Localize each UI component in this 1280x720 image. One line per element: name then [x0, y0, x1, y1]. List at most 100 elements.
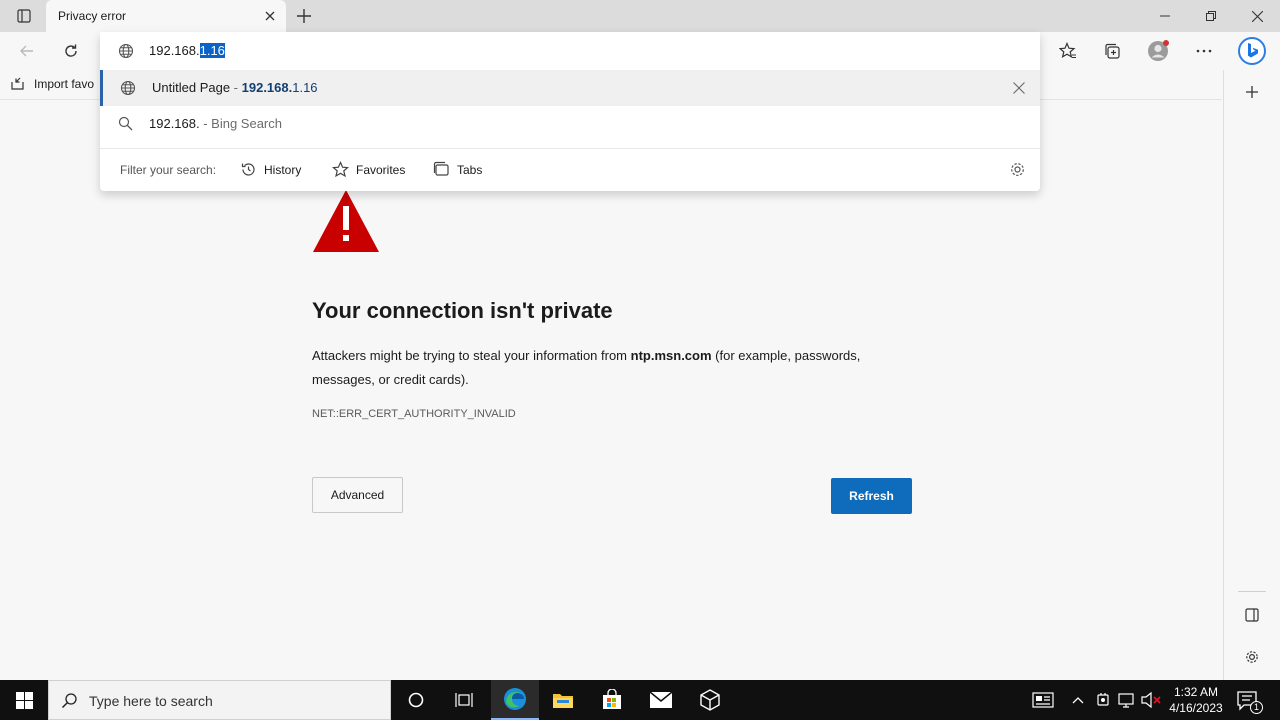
- filter-tabs-label: Tabs: [457, 162, 483, 177]
- advanced-button[interactable]: Advanced: [312, 477, 403, 513]
- address-autocomplete-selection: 1.16: [199, 43, 225, 58]
- bing-chat-button[interactable]: [1236, 35, 1268, 67]
- address-typed-text: 192.168.: [149, 43, 200, 58]
- address-bar-dropdown: 192.168.1.16 Untitled Page - 192.168.1.1…: [100, 32, 1040, 191]
- suggestion-search-suffix: - Bing Search: [199, 116, 282, 131]
- remove-suggestion-button[interactable]: [1010, 79, 1028, 97]
- clock-time: 1:32 AM: [1173, 685, 1219, 699]
- sidebar-add-button[interactable]: [1240, 80, 1264, 104]
- tab-actions-button[interactable]: [8, 4, 40, 28]
- error-code: NET::ERR_CERT_AUTHORITY_INVALID: [312, 408, 516, 420]
- restore-icon: [1206, 11, 1216, 21]
- minimize-button[interactable]: [1142, 0, 1188, 32]
- suggestion-history-item[interactable]: Untitled Page - 192.168.1.16: [100, 70, 1040, 106]
- collections-button[interactable]: [1097, 37, 1127, 65]
- suggestion-separator: -: [230, 80, 242, 95]
- filter-favorites-label: Favorites: [356, 162, 406, 177]
- notification-count: 1: [1250, 701, 1263, 714]
- back-arrow-icon: [20, 45, 33, 57]
- mail-button[interactable]: [637, 680, 685, 720]
- action-center-button[interactable]: 1: [1236, 690, 1263, 714]
- suggestion-query: 192.168.: [149, 116, 200, 131]
- filter-favorites-button[interactable]: Favorites: [332, 161, 405, 178]
- filter-history-label: History: [264, 162, 302, 177]
- refresh-button[interactable]: [56, 37, 86, 65]
- network-icon: [1118, 693, 1134, 708]
- show-hidden-icons-button[interactable]: [1068, 690, 1088, 710]
- mail-icon: [649, 691, 673, 708]
- cube-icon: [700, 689, 720, 711]
- error-description-pre: Attackers might be trying to steal your …: [312, 348, 631, 363]
- new-tab-button[interactable]: [292, 4, 316, 28]
- chevron-up-icon: [1072, 697, 1084, 704]
- favorites-button[interactable]: [1053, 37, 1083, 65]
- warning-triangle-icon: [313, 190, 379, 252]
- start-button[interactable]: [0, 680, 48, 720]
- customize-sidebar-button[interactable]: [1240, 645, 1264, 669]
- cortana-circle-icon: [408, 692, 424, 708]
- import-favorites-label: Import favo: [34, 77, 95, 91]
- import-favorites-button[interactable]: Import favo: [10, 76, 94, 92]
- import-icon: [11, 77, 24, 90]
- edge-taskbar-button[interactable]: [491, 680, 539, 720]
- error-title: Your connection isn't private: [312, 298, 613, 323]
- address-bar[interactable]: 192.168.1.16: [100, 32, 1040, 70]
- folder-icon: [553, 694, 573, 708]
- network-status-button[interactable]: [1117, 690, 1137, 710]
- title-bar: Privacy error: [0, 0, 1280, 32]
- close-icon: [265, 11, 275, 21]
- cortana-button[interactable]: [392, 680, 440, 720]
- filter-history-button[interactable]: History: [240, 161, 301, 178]
- filter-label: Filter your search:: [120, 163, 217, 177]
- plus-icon: [1246, 86, 1258, 98]
- tab-title: Privacy error: [58, 9, 127, 23]
- file-explorer-button[interactable]: [539, 680, 587, 720]
- gear-icon: [1011, 163, 1024, 176]
- hide-sidebar-button[interactable]: [1240, 603, 1264, 627]
- suggestion-page-title: Untitled Page: [152, 80, 231, 95]
- volume-button[interactable]: [1141, 690, 1161, 710]
- microsoft-store-button[interactable]: [588, 680, 636, 720]
- address-input[interactable]: 192.168.1.16: [149, 43, 225, 58]
- edge-logo-icon: [504, 688, 526, 710]
- clock-date: 4/16/2023: [1169, 701, 1223, 715]
- plus-icon: [297, 9, 311, 23]
- sidebar-divider: [1238, 591, 1266, 592]
- tabs-icon: [433, 161, 449, 176]
- news-widget-button[interactable]: [1032, 690, 1054, 710]
- tab-close-button[interactable]: [262, 8, 278, 24]
- avatar-icon: [1148, 40, 1169, 61]
- filter-tabs-button[interactable]: Tabs: [433, 161, 482, 178]
- tab-privacy-error[interactable]: Privacy error: [46, 0, 286, 32]
- history-clock-icon: [241, 163, 255, 176]
- windows-taskbar: Type here to search 1:32 AM 4/16/2023 1: [0, 680, 1280, 720]
- edge-sidebar: [1223, 70, 1280, 680]
- sidebar-panel-icon: [1245, 608, 1259, 622]
- refresh-page-button[interactable]: Refresh: [831, 478, 912, 514]
- taskbar-search-box[interactable]: Type here to search: [48, 680, 391, 720]
- search-icon: [61, 693, 77, 709]
- 3d-viewer-button[interactable]: [686, 680, 734, 720]
- taskbar-clock[interactable]: 1:32 AM 4/16/2023: [1163, 684, 1229, 716]
- error-description: Attackers might be trying to steal your …: [312, 344, 912, 392]
- refresh-icon: [65, 44, 77, 57]
- search-settings-button[interactable]: [1009, 161, 1026, 183]
- suggestion-url-match: 192.168.: [241, 80, 293, 95]
- restore-button[interactable]: [1188, 0, 1234, 32]
- suggestion-bing-search[interactable]: 192.168. - Bing Search: [100, 106, 1040, 142]
- globe-icon: [118, 43, 134, 59]
- minimize-icon: [1160, 15, 1170, 17]
- battery-status-button[interactable]: [1093, 690, 1113, 710]
- suggestion-text: Untitled Page - 192.168.1.16: [152, 80, 318, 95]
- back-button[interactable]: [12, 37, 42, 65]
- more-dots-icon: [1196, 49, 1212, 53]
- windows-logo-icon: [15, 691, 33, 709]
- settings-more-button[interactable]: [1189, 37, 1219, 65]
- task-view-button[interactable]: [440, 680, 488, 720]
- search-filter-row: Filter your search: History Favorites Ta…: [100, 148, 1040, 191]
- profile-button[interactable]: [1143, 37, 1173, 65]
- device-icon: [1097, 693, 1109, 706]
- task-view-icon: [455, 693, 473, 707]
- star-icon: [332, 161, 349, 178]
- close-window-button[interactable]: [1234, 0, 1280, 32]
